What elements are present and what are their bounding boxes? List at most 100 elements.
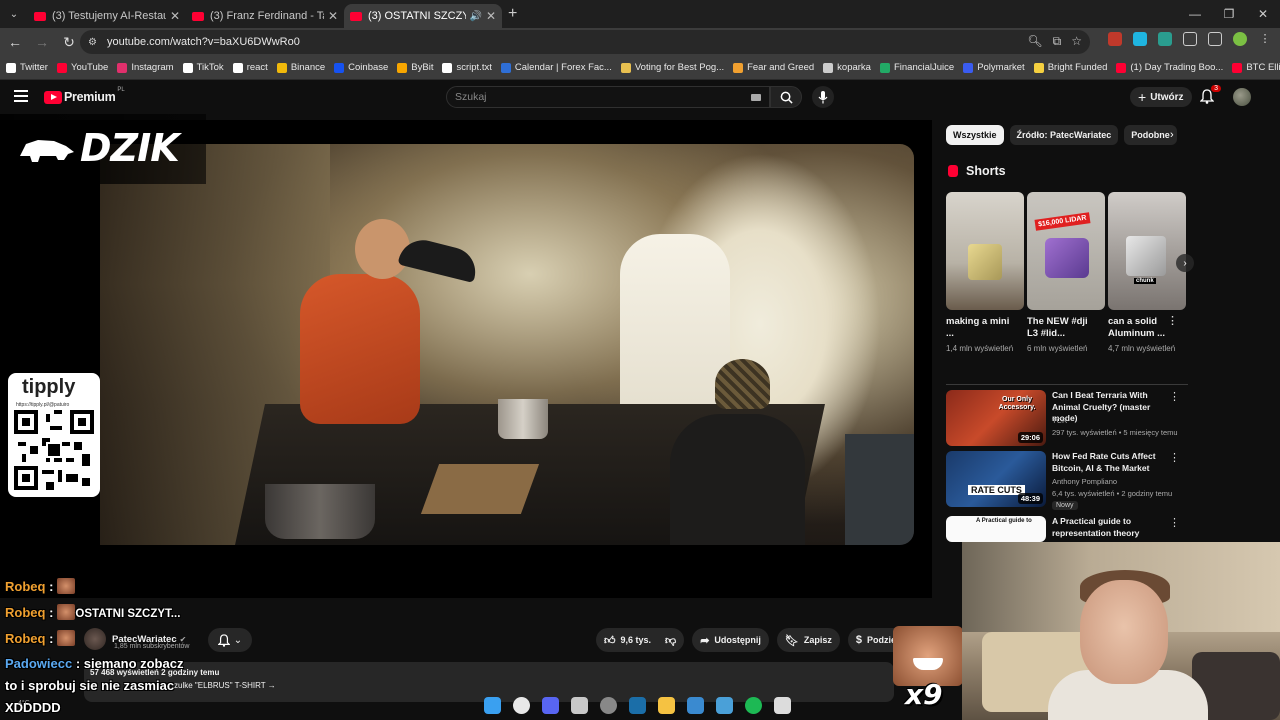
account-avatar[interactable] [1233, 88, 1251, 106]
bookmark-item[interactable]: BTC Elliot wave [1232, 62, 1280, 73]
share-button[interactable]: ➦ Udostępnij [692, 628, 769, 652]
video-thumbnail[interactable]: A Practical guide to [946, 516, 1046, 542]
explorer-icon[interactable] [658, 696, 675, 714]
short-card[interactable]: making a mini ... 1,4 mln wyświetleń ⋮ [946, 192, 1178, 354]
bookmark-star-icon[interactable]: ☆ [1071, 34, 1082, 49]
tab-search-button[interactable]: ⌄ [0, 0, 28, 28]
bookmark-label: Twitter [20, 62, 48, 73]
bookmark-item[interactable]: TikTok [182, 62, 224, 73]
browser-tab-2[interactable]: (3) Franz Ferdinand - Take Me C ✕ [186, 4, 344, 28]
bookmark-item[interactable]: script.txt [442, 62, 492, 73]
puzzle-icon[interactable] [1183, 32, 1197, 46]
back-icon[interactable]: ← [3, 30, 27, 54]
share-icon: ➦ [700, 634, 710, 647]
close-tab-icon[interactable]: ✕ [328, 9, 338, 23]
video-duration: 48:39 [1017, 493, 1043, 504]
bookmark-item[interactable]: Polymarket [963, 62, 1025, 73]
short-thumbnail[interactable]: $16,000 LIDAR [1027, 192, 1105, 310]
hamburger-menu-icon[interactable] [14, 90, 28, 102]
browser-tab-3[interactable]: (3) OSTATNI SZCZYT... - You 🔊 ✕ [344, 4, 502, 28]
url-input[interactable]: ⚙ youtube.com/watch?v=baXU6DWwRo0 🔍︎ ⧉ ☆ [80, 30, 1090, 54]
bookmark-item[interactable]: Voting for Best Pog... [620, 62, 724, 73]
shorts-next-button[interactable]: › [1176, 254, 1194, 272]
minimize-icon[interactable]: — [1178, 0, 1212, 28]
search-button[interactable] [770, 86, 802, 108]
obs-icon[interactable] [600, 696, 617, 714]
chip-all[interactable]: Wszystkie [946, 125, 1004, 145]
bookmark-item[interactable]: koparka [823, 62, 871, 73]
bookmark-item[interactable]: FinancialJuice [879, 62, 954, 73]
notepad-icon[interactable] [571, 696, 588, 714]
video-meta: 6,4 tys. wyświetleń • 2 godziny temu [1052, 489, 1173, 498]
keyboard-icon[interactable] [751, 94, 761, 101]
bookmark-item[interactable]: Twitter [6, 62, 48, 73]
like-button[interactable]: 👍︎ 9,6 tys. 👎︎ [596, 628, 685, 652]
bookmark-item[interactable]: (1) Day Trading Boo... [1116, 62, 1223, 73]
short-card[interactable]: $16,000 LIDAR The NEW #dji L3 #lid... 6 … [1027, 192, 1178, 354]
extension-icon[interactable] [1108, 32, 1122, 46]
search-input[interactable]: Szukaj [446, 86, 770, 108]
game-icon[interactable] [774, 696, 791, 714]
tool-icon[interactable] [716, 696, 733, 714]
more-options-icon[interactable]: ⋮ [1167, 314, 1178, 327]
dislike-icon[interactable]: 👎︎ [665, 634, 676, 647]
browser-tab-1[interactable]: (3) Testujemy AI-Restauracje BE ✕ [28, 4, 186, 28]
browser-menu-icon[interactable]: ⋮ [1258, 32, 1272, 46]
create-button[interactable]: + Utwórz [1130, 87, 1192, 107]
close-tab-icon[interactable]: ✕ [170, 9, 180, 23]
reading-list-icon[interactable] [1208, 32, 1222, 46]
site-info-icon[interactable]: ⚙ [88, 37, 97, 48]
spotify-icon[interactable] [745, 696, 762, 714]
video-thumbnail[interactable]: RATE CUTS 48:39 [946, 451, 1046, 507]
bookmark-item[interactable]: Fear and Greed [733, 62, 814, 73]
short-thumbnail[interactable]: chunk [1108, 192, 1186, 310]
close-tab-icon[interactable]: ✕ [486, 9, 496, 23]
bookmark-item[interactable]: Calendar | Forex Fac... [500, 62, 612, 73]
bookmark-item[interactable]: react [232, 62, 268, 73]
bookmark-item[interactable]: Coinbase [334, 62, 388, 73]
speaker-icon[interactable]: 🔊 [469, 11, 481, 22]
more-options-icon[interactable]: ⋮ [1169, 516, 1180, 529]
notifications-button[interactable]: 3 [1199, 85, 1221, 105]
chrome-icon[interactable] [513, 696, 530, 714]
steam-icon[interactable] [629, 696, 646, 714]
cast-icon[interactable]: ⧉ [1053, 34, 1062, 49]
video-thumbnail[interactable]: Our Only Accessory. 29:06 [946, 390, 1046, 446]
microphone-icon [818, 90, 828, 103]
forward-icon[interactable]: → [30, 30, 54, 54]
save-button[interactable]: 🔖︎ Zapisz [776, 628, 840, 652]
profile-icon[interactable] [1233, 32, 1247, 46]
related-video[interactable]: RATE CUTS 48:39 How Fed Rate Cuts Affect… [946, 451, 1194, 510]
bookmark-item[interactable]: Bright Funded [1033, 62, 1107, 73]
discord-icon[interactable] [542, 696, 559, 714]
bookmark-label: koparka [837, 62, 871, 73]
short-card[interactable]: chunk can a solid Aluminum ... 4,7 mln w… [1108, 192, 1186, 354]
chevron-right-icon[interactable]: › [1170, 129, 1174, 141]
bookmark-item[interactable]: Binance [276, 62, 325, 73]
bookmark-item[interactable]: YouTube [56, 62, 108, 73]
new-tab-button[interactable]: + [508, 5, 517, 23]
ccleaner-icon[interactable] [687, 696, 704, 714]
close-window-icon[interactable]: ✕ [1246, 0, 1280, 28]
video-channel: TCR [1052, 416, 1068, 425]
youtube-play-icon [44, 90, 62, 104]
windows-icon[interactable] [484, 696, 501, 714]
related-video[interactable]: Our Only Accessory. 29:06 Can I Beat Ter… [946, 390, 1194, 448]
video-frame[interactable] [100, 144, 914, 545]
short-thumbnail[interactable] [946, 192, 1024, 310]
bookmark-label: script.txt [456, 62, 492, 73]
reload-icon[interactable]: ↻ [57, 30, 81, 54]
chip-similar[interactable]: Podobne [1124, 125, 1177, 145]
zoom-icon[interactable]: 🔍︎ [1027, 34, 1042, 49]
more-options-icon[interactable]: ⋮ [1169, 451, 1180, 464]
more-options-icon[interactable]: ⋮ [1169, 390, 1180, 403]
bookmark-item[interactable]: Instagram [117, 62, 174, 73]
weather-temp: 4°C [18, 700, 30, 707]
youtube-logo[interactable]: Premium PL [44, 87, 125, 104]
bookmark-item[interactable]: ByBit [397, 62, 433, 73]
voice-search-button[interactable] [812, 86, 834, 108]
extension-icon[interactable] [1158, 32, 1172, 46]
maximize-icon[interactable]: ❐ [1212, 0, 1246, 28]
chip-source[interactable]: Źródło: PatecWariatec [1009, 125, 1119, 145]
extension-icon[interactable] [1133, 32, 1147, 46]
